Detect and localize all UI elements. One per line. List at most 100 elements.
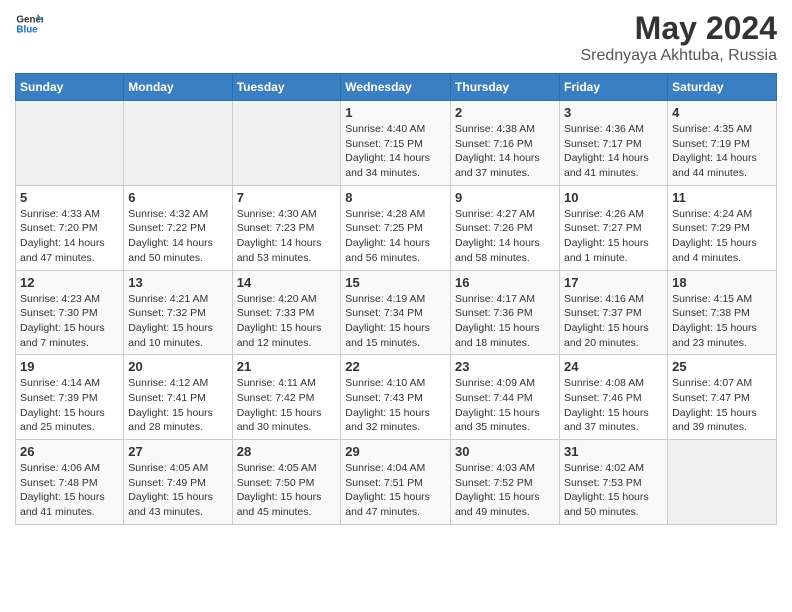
calendar-cell: 16 Sunrise: 4:17 AMSunset: 7:36 PMDayligh… — [451, 270, 560, 355]
cell-details: Sunrise: 4:16 AMSunset: 7:37 PMDaylight:… — [564, 292, 663, 351]
calendar-cell: 28 Sunrise: 4:05 AMSunset: 7:50 PMDayligh… — [232, 440, 341, 525]
cell-details: Sunrise: 4:07 AMSunset: 7:47 PMDaylight:… — [672, 376, 772, 435]
calendar-cell — [16, 101, 124, 186]
day-number: 12 — [20, 275, 119, 290]
calendar-cell: 17 Sunrise: 4:16 AMSunset: 7:37 PMDayligh… — [560, 270, 668, 355]
day-number: 23 — [455, 359, 555, 374]
calendar-cell: 14 Sunrise: 4:20 AMSunset: 7:33 PMDayligh… — [232, 270, 341, 355]
day-number: 1 — [345, 105, 446, 120]
cell-details: Sunrise: 4:09 AMSunset: 7:44 PMDaylight:… — [455, 376, 555, 435]
cell-details: Sunrise: 4:33 AMSunset: 7:20 PMDaylight:… — [20, 207, 119, 266]
cell-details: Sunrise: 4:17 AMSunset: 7:36 PMDaylight:… — [455, 292, 555, 351]
cell-details: Sunrise: 4:10 AMSunset: 7:43 PMDaylight:… — [345, 376, 446, 435]
week-row-3: 12 Sunrise: 4:23 AMSunset: 7:30 PMDayligh… — [16, 270, 777, 355]
day-number: 27 — [128, 444, 227, 459]
calendar-cell: 13 Sunrise: 4:21 AMSunset: 7:32 PMDayligh… — [124, 270, 232, 355]
calendar-cell: 10Sunrise: 4:26 AMSunset: 7:27 PMDayligh… — [560, 185, 668, 270]
calendar-cell: 22 Sunrise: 4:10 AMSunset: 7:43 PMDayligh… — [341, 355, 451, 440]
cell-details: Sunrise: 4:05 AMSunset: 7:50 PMDaylight:… — [237, 461, 337, 520]
cell-details: Sunrise: 4:08 AMSunset: 7:46 PMDaylight:… — [564, 376, 663, 435]
day-number: 6 — [128, 190, 227, 205]
week-row-4: 19 Sunrise: 4:14 AMSunset: 7:39 PMDayligh… — [16, 355, 777, 440]
cell-details: Sunrise: 4:21 AMSunset: 7:32 PMDaylight:… — [128, 292, 227, 351]
calendar-cell: 21 Sunrise: 4:11 AMSunset: 7:42 PMDayligh… — [232, 355, 341, 440]
svg-text:Blue: Blue — [16, 24, 38, 35]
calendar-cell: 3Sunrise: 4:36 AMSunset: 7:17 PMDaylight… — [560, 101, 668, 186]
day-number: 20 — [128, 359, 227, 374]
calendar-cell — [232, 101, 341, 186]
day-number: 15 — [345, 275, 446, 290]
calendar-cell: 7Sunrise: 4:30 AMSunset: 7:23 PMDaylight… — [232, 185, 341, 270]
calendar-cell: 20 Sunrise: 4:12 AMSunset: 7:41 PMDayligh… — [124, 355, 232, 440]
day-number: 14 — [237, 275, 337, 290]
calendar-cell — [124, 101, 232, 186]
weekday-header-wednesday: Wednesday — [341, 74, 451, 101]
day-number: 9 — [455, 190, 555, 205]
calendar-cell: 25 Sunrise: 4:07 AMSunset: 7:47 PMDayligh… — [668, 355, 777, 440]
day-number: 29 — [345, 444, 446, 459]
cell-details: Sunrise: 4:12 AMSunset: 7:41 PMDaylight:… — [128, 376, 227, 435]
cell-details: Sunrise: 4:40 AMSunset: 7:15 PMDaylight:… — [345, 122, 446, 181]
day-number: 25 — [672, 359, 772, 374]
cell-details: Sunrise: 4:03 AMSunset: 7:52 PMDaylight:… — [455, 461, 555, 520]
day-number: 26 — [20, 444, 119, 459]
weekday-header-row: SundayMondayTuesdayWednesdayThursdayFrid… — [16, 74, 777, 101]
logo-icon: General Blue — [15, 10, 43, 38]
cell-details: Sunrise: 4:11 AMSunset: 7:42 PMDaylight:… — [237, 376, 337, 435]
calendar-cell: 15 Sunrise: 4:19 AMSunset: 7:34 PMDayligh… — [341, 270, 451, 355]
weekday-header-thursday: Thursday — [451, 74, 560, 101]
week-row-1: 1 Sunrise: 4:40 AMSunset: 7:15 PMDaylight… — [16, 101, 777, 186]
calendar-cell: 30 Sunrise: 4:03 AMSunset: 7:52 PMDayligh… — [451, 440, 560, 525]
calendar-cell: 4 Sunrise: 4:35 AMSunset: 7:19 PMDaylight… — [668, 101, 777, 186]
day-number: 28 — [237, 444, 337, 459]
cell-details: Sunrise: 4:27 AMSunset: 7:26 PMDaylight:… — [455, 207, 555, 266]
calendar-cell: 8Sunrise: 4:28 AMSunset: 7:25 PMDaylight… — [341, 185, 451, 270]
logo: General Blue — [15, 10, 43, 38]
calendar-cell: 18Sunrise: 4:15 AMSunset: 7:38 PMDayligh… — [668, 270, 777, 355]
calendar-cell: 26 Sunrise: 4:06 AMSunset: 7:48 PMDayligh… — [16, 440, 124, 525]
day-number: 2 — [455, 105, 555, 120]
calendar-cell: 19 Sunrise: 4:14 AMSunset: 7:39 PMDayligh… — [16, 355, 124, 440]
day-number: 22 — [345, 359, 446, 374]
calendar-cell: 12 Sunrise: 4:23 AMSunset: 7:30 PMDayligh… — [16, 270, 124, 355]
calendar-cell: 31Sunrise: 4:02 AMSunset: 7:53 PMDayligh… — [560, 440, 668, 525]
calendar-cell: 27 Sunrise: 4:05 AMSunset: 7:49 PMDayligh… — [124, 440, 232, 525]
weekday-header-monday: Monday — [124, 74, 232, 101]
day-number: 4 — [672, 105, 772, 120]
cell-details: Sunrise: 4:05 AMSunset: 7:49 PMDaylight:… — [128, 461, 227, 520]
calendar-cell: 6Sunrise: 4:32 AMSunset: 7:22 PMDaylight… — [124, 185, 232, 270]
cell-details: Sunrise: 4:38 AMSunset: 7:16 PMDaylight:… — [455, 122, 555, 181]
subtitle: Srednyaya Akhtuba, Russia — [580, 47, 777, 65]
cell-details: Sunrise: 4:04 AMSunset: 7:51 PMDaylight:… — [345, 461, 446, 520]
calendar-cell: 11Sunrise: 4:24 AMSunset: 7:29 PMDayligh… — [668, 185, 777, 270]
weekday-header-saturday: Saturday — [668, 74, 777, 101]
day-number: 31 — [564, 444, 663, 459]
calendar-cell: 29 Sunrise: 4:04 AMSunset: 7:51 PMDayligh… — [341, 440, 451, 525]
day-number: 18 — [672, 275, 772, 290]
cell-details: Sunrise: 4:19 AMSunset: 7:34 PMDaylight:… — [345, 292, 446, 351]
cell-details: Sunrise: 4:36 AMSunset: 7:17 PMDaylight:… — [564, 122, 663, 181]
weekday-header-tuesday: Tuesday — [232, 74, 341, 101]
weekday-header-sunday: Sunday — [16, 74, 124, 101]
calendar-cell — [668, 440, 777, 525]
main-title: May 2024 — [580, 10, 777, 47]
cell-details: Sunrise: 4:20 AMSunset: 7:33 PMDaylight:… — [237, 292, 337, 351]
day-number: 30 — [455, 444, 555, 459]
day-number: 16 — [455, 275, 555, 290]
day-number: 21 — [237, 359, 337, 374]
day-number: 17 — [564, 275, 663, 290]
calendar-cell: 1 Sunrise: 4:40 AMSunset: 7:15 PMDaylight… — [341, 101, 451, 186]
calendar-cell: 24Sunrise: 4:08 AMSunset: 7:46 PMDayligh… — [560, 355, 668, 440]
day-number: 19 — [20, 359, 119, 374]
week-row-2: 5Sunrise: 4:33 AMSunset: 7:20 PMDaylight… — [16, 185, 777, 270]
cell-details: Sunrise: 4:23 AMSunset: 7:30 PMDaylight:… — [20, 292, 119, 351]
week-row-5: 26 Sunrise: 4:06 AMSunset: 7:48 PMDayligh… — [16, 440, 777, 525]
calendar-cell: 2 Sunrise: 4:38 AMSunset: 7:16 PMDaylight… — [451, 101, 560, 186]
cell-details: Sunrise: 4:35 AMSunset: 7:19 PMDaylight:… — [672, 122, 772, 181]
day-number: 13 — [128, 275, 227, 290]
cell-details: Sunrise: 4:14 AMSunset: 7:39 PMDaylight:… — [20, 376, 119, 435]
header: General Blue May 2024 Srednyaya Akhtuba,… — [15, 10, 777, 65]
weekday-header-friday: Friday — [560, 74, 668, 101]
calendar-cell: 23 Sunrise: 4:09 AMSunset: 7:44 PMDayligh… — [451, 355, 560, 440]
cell-details: Sunrise: 4:06 AMSunset: 7:48 PMDaylight:… — [20, 461, 119, 520]
